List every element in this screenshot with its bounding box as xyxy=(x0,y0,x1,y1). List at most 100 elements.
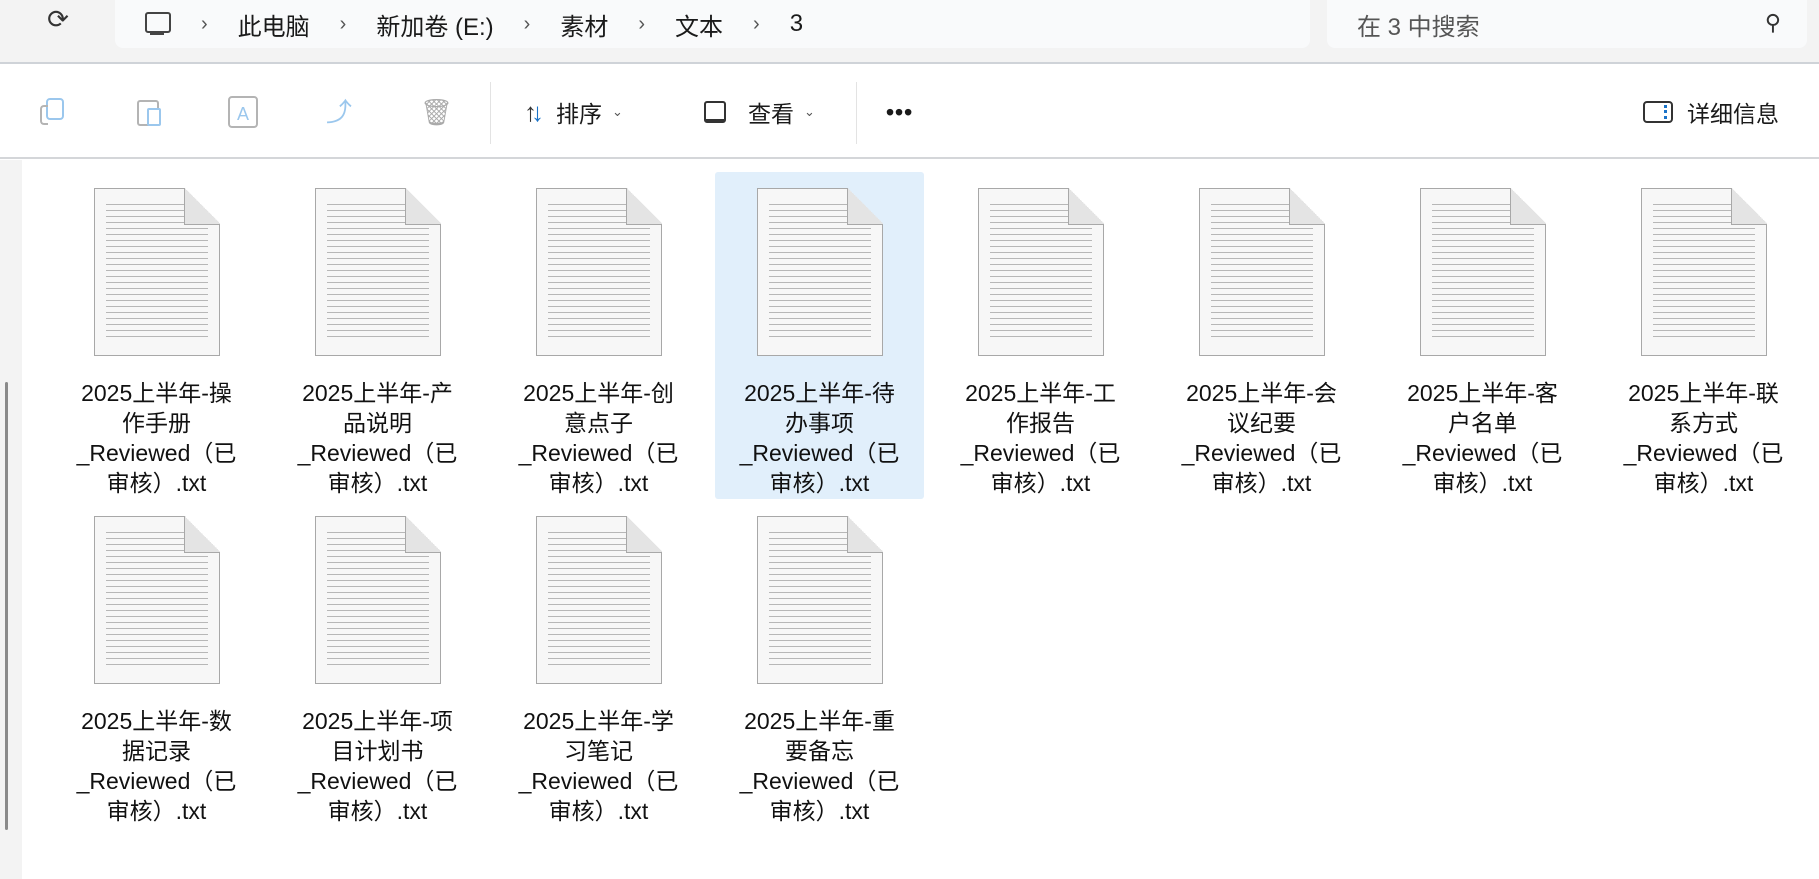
page-fold-icon xyxy=(1068,188,1104,225)
more-icon: ••• xyxy=(886,98,914,125)
file-name-line: 审核）.txt xyxy=(1653,470,1754,496)
search-input[interactable]: 在 3 中搜索 ⚲ xyxy=(1327,0,1807,48)
share-button[interactable]: ⤴ xyxy=(326,94,356,130)
chevron-right-icon[interactable]: › xyxy=(638,13,645,36)
file-item[interactable]: 2025上半年-项 目计划书 _Reviewed（已 审核）.txt xyxy=(273,500,482,827)
page-fold-icon xyxy=(184,188,220,225)
file-item[interactable]: 2025上半年-待 办事项 _Reviewed（已 审核）.txt xyxy=(715,172,924,499)
page-fold-icon xyxy=(847,516,883,553)
rename-button[interactable]: A xyxy=(228,94,258,130)
file-name: 2025上半年-待 办事项 _Reviewed（已 审核）.txt xyxy=(719,378,920,498)
file-name: 2025上半年-创 意点子 _Reviewed（已 审核）.txt xyxy=(498,378,699,498)
file-name-line: 2025上半年-产 xyxy=(302,380,453,406)
view-icon xyxy=(704,101,726,123)
sort-button[interactable]: ↑↓ 排序 ⌄ xyxy=(524,94,623,130)
page-fold-icon xyxy=(184,516,220,553)
file-name-line: 系方式 xyxy=(1669,410,1738,436)
file-name-line: _Reviewed（已 xyxy=(297,768,458,794)
rename-icon: A xyxy=(228,96,258,128)
file-name-line: 审核）.txt xyxy=(548,470,649,496)
file-item[interactable]: 2025上半年-会 议纪要 _Reviewed（已 审核）.txt xyxy=(1157,172,1366,499)
file-name-line: _Reviewed（已 xyxy=(960,440,1121,466)
file-name-line: _Reviewed（已 xyxy=(518,768,679,794)
file-name-line: 审核）.txt xyxy=(1432,470,1533,496)
file-name-line: 审核）.txt xyxy=(1211,470,1312,496)
divider xyxy=(490,82,491,144)
file-name-line: _Reviewed（已 xyxy=(739,768,900,794)
chevron-right-icon[interactable]: › xyxy=(201,13,208,36)
more-options-button[interactable]: ••• xyxy=(886,94,913,130)
breadcrumb-sucai[interactable]: 素材 xyxy=(560,7,608,42)
paste-button[interactable] xyxy=(134,94,164,130)
file-name-line: 2025上半年-待 xyxy=(744,380,895,406)
file-item[interactable]: 2025上半年-学 习笔记 _Reviewed（已 审核）.txt xyxy=(494,500,703,827)
file-name-line: _Reviewed（已 xyxy=(518,440,679,466)
chevron-right-icon[interactable]: › xyxy=(524,13,531,36)
file-name-line: 习笔记 xyxy=(564,738,633,764)
page-fold-icon xyxy=(1510,188,1546,225)
file-item[interactable]: 2025上半年-工 作报告 _Reviewed（已 审核）.txt xyxy=(936,172,1145,499)
refresh-button[interactable]: ⟳ xyxy=(40,2,76,38)
file-name-line: 作报告 xyxy=(1006,410,1075,436)
file-item[interactable]: 2025上半年-客 户名单 _Reviewed（已 审核）.txt xyxy=(1378,172,1587,499)
file-name-line: 品说明 xyxy=(343,410,412,436)
page-fold-icon xyxy=(405,516,441,553)
file-item[interactable]: 2025上半年-联 系方式 _Reviewed（已 审核）.txt xyxy=(1599,172,1808,499)
file-name-line: 2025上半年-工 xyxy=(965,380,1116,406)
file-item[interactable]: 2025上半年-数 据记录 _Reviewed（已 审核）.txt xyxy=(52,500,261,827)
copy-button[interactable] xyxy=(38,94,68,130)
trash-icon: 🗑 xyxy=(420,97,454,127)
breadcrumb-3[interactable]: 3 xyxy=(790,10,803,38)
file-name-line: 审核）.txt xyxy=(327,798,428,824)
view-button[interactable]: 查看 ⌄ xyxy=(704,94,815,130)
file-name-line: 审核）.txt xyxy=(327,470,428,496)
breadcrumb-this-pc[interactable]: 此电脑 xyxy=(238,7,310,42)
this-pc-icon[interactable] xyxy=(143,10,171,38)
file-item[interactable]: 2025上半年-操 作手册 _Reviewed（已 审核）.txt xyxy=(52,172,261,499)
file-name-line: _Reviewed（已 xyxy=(739,440,900,466)
file-name-line: _Reviewed（已 xyxy=(297,440,458,466)
file-name-line: 据记录 xyxy=(122,738,191,764)
file-item[interactable]: 2025上半年-创 意点子 _Reviewed（已 审核）.txt xyxy=(494,172,703,499)
breadcrumb-wenben[interactable]: 文本 xyxy=(675,7,723,42)
copy-icon xyxy=(38,96,68,128)
file-name-line: 2025上半年-操 xyxy=(81,380,232,406)
file-name-line: 审核）.txt xyxy=(990,470,1091,496)
scrollbar[interactable] xyxy=(5,382,8,830)
chevron-down-icon: ⌄ xyxy=(804,104,815,119)
file-name-line: 要备忘 xyxy=(785,738,854,764)
file-name-line: 办事项 xyxy=(785,410,854,436)
delete-button[interactable]: 🗑 xyxy=(420,94,454,130)
file-name-line: _Reviewed（已 xyxy=(1181,440,1342,466)
file-name-line: 2025上半年-联 xyxy=(1628,380,1779,406)
file-name-line: _Reviewed（已 xyxy=(1623,440,1784,466)
chevron-right-icon[interactable]: › xyxy=(340,13,347,36)
file-name-line: _Reviewed（已 xyxy=(76,768,237,794)
share-icon: ⤴ xyxy=(326,97,353,127)
page-fold-icon xyxy=(626,188,662,225)
file-name-line: _Reviewed（已 xyxy=(1402,440,1563,466)
breadcrumb-drive-e[interactable]: 新加卷 (E:) xyxy=(376,7,493,42)
navigation-bar: ⟳ › 此电脑 › 新加卷 (E:) › 素材 › 文本 › 3 在 3 中搜索… xyxy=(0,0,1819,64)
file-name-line: 2025上半年-学 xyxy=(523,708,674,734)
file-item[interactable]: 2025上半年-重 要备忘 _Reviewed（已 审核）.txt xyxy=(715,500,924,827)
file-name-line: 户名单 xyxy=(1448,410,1517,436)
file-name-line: _Reviewed（已 xyxy=(76,440,237,466)
file-name-line: 2025上半年-项 xyxy=(302,708,453,734)
file-name: 2025上半年-项 目计划书 _Reviewed（已 审核）.txt xyxy=(277,706,478,826)
file-name-line: 2025上半年-重 xyxy=(744,708,895,734)
search-placeholder: 在 3 中搜索 xyxy=(1357,13,1480,41)
file-item[interactable]: 2025上半年-产 品说明 _Reviewed（已 审核）.txt xyxy=(273,172,482,499)
search-icon[interactable]: ⚲ xyxy=(1765,10,1781,36)
file-name-line: 2025上半年-数 xyxy=(81,708,232,734)
navigation-pane-edge xyxy=(0,160,22,879)
file-name: 2025上半年-客 户名单 _Reviewed（已 审核）.txt xyxy=(1382,378,1583,498)
details-pane-button[interactable]: 详细信息 xyxy=(1643,94,1779,130)
file-name: 2025上半年-联 系方式 _Reviewed（已 审核）.txt xyxy=(1603,378,1804,498)
address-bar[interactable]: › 此电脑 › 新加卷 (E:) › 素材 › 文本 › 3 xyxy=(115,0,1310,48)
sort-label: 排序 xyxy=(556,101,602,127)
file-name-line: 意点子 xyxy=(564,410,633,436)
file-name: 2025上半年-数 据记录 _Reviewed（已 审核）.txt xyxy=(56,706,257,826)
chevron-right-icon[interactable]: › xyxy=(753,13,760,36)
file-name-line: 审核）.txt xyxy=(769,798,870,824)
